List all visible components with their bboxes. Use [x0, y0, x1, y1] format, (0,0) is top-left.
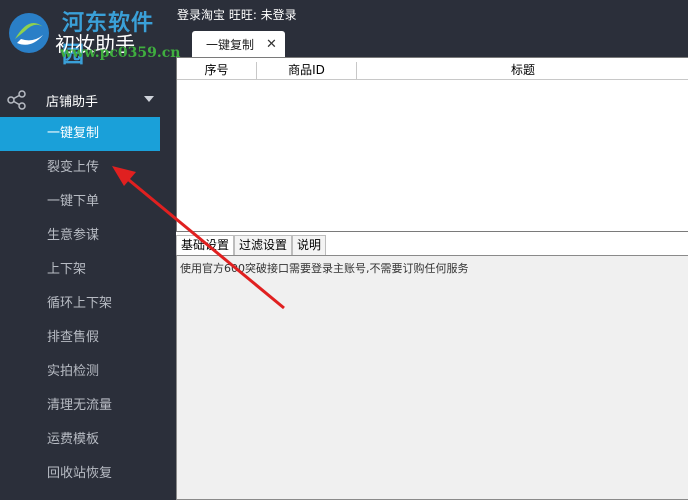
sidebar-item-business-advisor[interactable]: 生意参谋 — [0, 219, 160, 253]
sidebar-item-shipping-template[interactable]: 运费模板 — [0, 423, 160, 457]
sidebar-item-fission-upload[interactable]: 裂变上传 — [0, 151, 160, 185]
settings-tabs: 基础设置 过滤设置 说明 — [176, 235, 688, 255]
sidebar-item-check-counterfeit[interactable]: 排查售假 — [0, 321, 160, 355]
sidebar-item-recycle-restore[interactable]: 回收站恢复 — [0, 457, 160, 491]
sidebar-item-one-click-copy[interactable]: 一键复制 — [0, 117, 160, 151]
tab-basic-settings[interactable]: 基础设置 — [176, 235, 235, 255]
tab-one-click-copy[interactable]: 一键复制 ✕ — [192, 31, 285, 57]
sidebar-item-one-click-order[interactable]: 一键下单 — [0, 185, 160, 219]
tab-instructions[interactable]: 说明 — [292, 235, 327, 255]
settings-description: 使用官方600突破接口需要登录主账号,不需要订购任何服务 — [180, 262, 469, 275]
sidebar-item-clean-no-traffic[interactable]: 清理无流量 — [0, 389, 160, 423]
share-icon — [7, 90, 26, 110]
watermark-logo-icon — [9, 13, 49, 53]
main-panel: 序号 商品ID 标题 基础设置 过滤设置 说明 使用官方600突破接口需要登录主… — [176, 57, 688, 500]
watermark-url: www.pc0359.cn — [60, 45, 181, 61]
sidebar-item-cyclic-shelf[interactable]: 循环上下架 — [0, 287, 160, 321]
login-status: 登录淘宝 旺旺: 未登录 — [177, 8, 297, 22]
sidebar-section-store-assistant[interactable]: 店铺助手 — [0, 84, 160, 116]
chevron-down-icon — [144, 96, 154, 102]
column-header-product-id[interactable]: 商品ID — [257, 62, 357, 80]
table-header: 序号 商品ID 标题 — [177, 62, 688, 80]
tab-label: 一键复制 — [206, 37, 255, 52]
product-table: 序号 商品ID 标题 — [176, 57, 688, 232]
sidebar: 河东软件园 初妆助手 www.pc0359.cn 店铺助手 一键复制 裂变上传 … — [0, 0, 180, 500]
sidebar-section-label: 店铺助手 — [46, 94, 99, 110]
column-header-index[interactable]: 序号 — [177, 62, 257, 80]
column-header-title[interactable]: 标题 — [357, 62, 688, 80]
close-icon[interactable]: ✕ — [266, 37, 277, 52]
sidebar-item-shelf-on-off[interactable]: 上下架 — [0, 253, 160, 287]
sidebar-item-photo-check[interactable]: 实拍检测 — [0, 355, 160, 389]
settings-panel: 使用官方600突破接口需要登录主账号,不需要订购任何服务 — [176, 255, 688, 500]
sidebar-menu: 一键复制 裂变上传 一键下单 生意参谋 上下架 循环上下架 排查售假 实拍检测 … — [0, 117, 160, 491]
tab-filter-settings[interactable]: 过滤设置 — [234, 235, 293, 255]
